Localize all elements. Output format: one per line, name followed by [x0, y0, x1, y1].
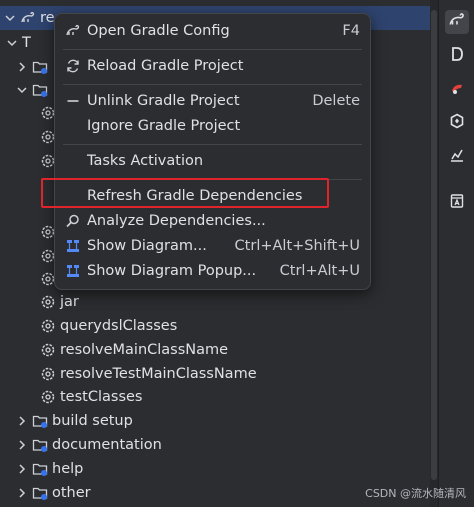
folder-icon — [32, 59, 48, 75]
task-label: resolveTestMainClassName — [60, 366, 257, 382]
profiler-tool-button[interactable] — [445, 145, 469, 169]
folder-icon — [32, 461, 48, 477]
tree-task-row[interactable]: querydslClasses — [0, 314, 430, 338]
right-toolbar — [438, 0, 474, 507]
highlight-annotation-box — [41, 178, 329, 208]
menu-item-shortcut: Ctrl+Alt+Shift+U — [234, 238, 360, 254]
chevron-right-icon[interactable] — [16, 439, 28, 451]
tree-task-row[interactable]: resolveMainClassName — [0, 338, 430, 362]
notifications-tool-button[interactable] — [445, 191, 469, 215]
menu-item-label: Ignore Gradle Project — [87, 118, 241, 134]
gear-icon — [40, 342, 56, 358]
ai-assistant-tool-button[interactable] — [445, 111, 469, 135]
menu-item-analyze-dependencies[interactable]: Analyze Dependencies... — [61, 209, 364, 233]
chevron-right-icon[interactable] — [16, 463, 28, 475]
menu-item-label: Open Gradle Config — [87, 23, 230, 39]
gradle-tool-button[interactable] — [445, 10, 469, 34]
folder-icon — [32, 413, 48, 429]
menu-item-tasks-activation[interactable]: Tasks Activation — [61, 149, 364, 173]
database-icon — [449, 46, 465, 66]
menu-item-reload-gradle-project[interactable]: Reload Gradle Project — [61, 54, 364, 78]
menu-separator — [63, 144, 362, 145]
task-label: querydslClasses — [60, 318, 178, 334]
menu-item-label: Analyze Dependencies... — [87, 213, 266, 229]
tree-group-folder-row[interactable]: help — [0, 457, 430, 481]
profiler-icon — [449, 147, 465, 167]
watermark: CSDN @流水随清风 — [365, 487, 466, 500]
menu-item-show-diagram-popup[interactable]: Show Diagram Popup... Ctrl+Alt+U — [61, 259, 364, 283]
menu-item-label: Show Diagram Popup... — [87, 263, 257, 279]
analyze-icon — [64, 213, 82, 229]
menu-separator — [63, 84, 362, 85]
menu-item-label: Show Diagram... — [87, 238, 207, 254]
tree-task-row[interactable]: jar — [0, 290, 430, 314]
gear-icon — [40, 389, 56, 405]
tree-root-label: re — [40, 10, 55, 26]
menu-item-shortcut: Ctrl+Alt+U — [279, 263, 360, 279]
maven-icon — [449, 80, 465, 100]
chevron-right-icon[interactable] — [16, 415, 28, 427]
menu-item-label: Unlink Gradle Project — [87, 93, 240, 109]
gear-icon — [40, 318, 56, 334]
tree-group-label: T — [22, 35, 31, 51]
scroll-thumb[interactable] — [431, 10, 437, 480]
gear-icon — [40, 366, 56, 382]
menu-item-label: Reload Gradle Project — [87, 58, 244, 74]
gradle-icon — [448, 11, 466, 33]
menu-item-shortcut: Delete — [312, 93, 360, 109]
task-label: jar — [60, 294, 79, 310]
menu-separator — [63, 49, 362, 50]
menu-item-unlink-gradle-project[interactable]: Unlink Gradle Project Delete — [61, 89, 364, 113]
gradle-icon — [20, 10, 36, 26]
group-label: documentation — [52, 437, 162, 453]
menu-item-show-diagram[interactable]: Show Diagram... Ctrl+Alt+Shift+U — [61, 234, 364, 258]
task-label: resolveMainClassName — [60, 342, 229, 358]
chevron-down-icon[interactable] — [16, 84, 28, 96]
chevron-down-icon[interactable] — [4, 12, 16, 24]
chevron-right-icon[interactable] — [16, 487, 28, 499]
group-label: help — [52, 461, 84, 477]
task-label: testClasses — [60, 389, 143, 405]
menu-item-label: Tasks Activation — [87, 153, 204, 169]
minus-icon — [64, 93, 82, 109]
database-tool-button[interactable] — [445, 44, 469, 68]
ai-assistant-icon — [449, 113, 465, 133]
menu-item-ignore-gradle-project[interactable]: Ignore Gradle Project — [61, 114, 364, 138]
tree-task-row[interactable]: testClasses — [0, 385, 430, 409]
gradle-icon — [64, 23, 82, 39]
folder-icon — [32, 437, 48, 453]
folder-icon — [32, 82, 48, 98]
menu-item-shortcut: F4 — [342, 23, 360, 39]
folder-icon — [32, 485, 48, 501]
gear-icon — [40, 294, 56, 310]
vertical-scrollbar[interactable] — [430, 0, 438, 507]
diagram-icon — [64, 238, 82, 254]
maven-tool-button[interactable] — [445, 78, 469, 102]
tree-task-row[interactable]: resolveTestMainClassName — [0, 362, 430, 386]
chevron-down-icon[interactable] — [6, 37, 18, 49]
notifications-icon — [449, 193, 465, 213]
reload-icon — [64, 58, 82, 74]
group-label: other — [52, 485, 91, 501]
menu-item-open-gradle-config[interactable]: Open Gradle Config F4 — [61, 19, 364, 43]
tree-group-folder-row[interactable]: documentation — [0, 433, 430, 457]
group-label: build setup — [52, 413, 133, 429]
context-menu: Open Gradle Config F4 Reload Gradle Proj… — [54, 13, 371, 290]
diagram-icon — [64, 263, 82, 279]
chevron-right-icon[interactable] — [16, 61, 28, 73]
tree-group-folder-row[interactable]: build setup — [0, 409, 430, 433]
